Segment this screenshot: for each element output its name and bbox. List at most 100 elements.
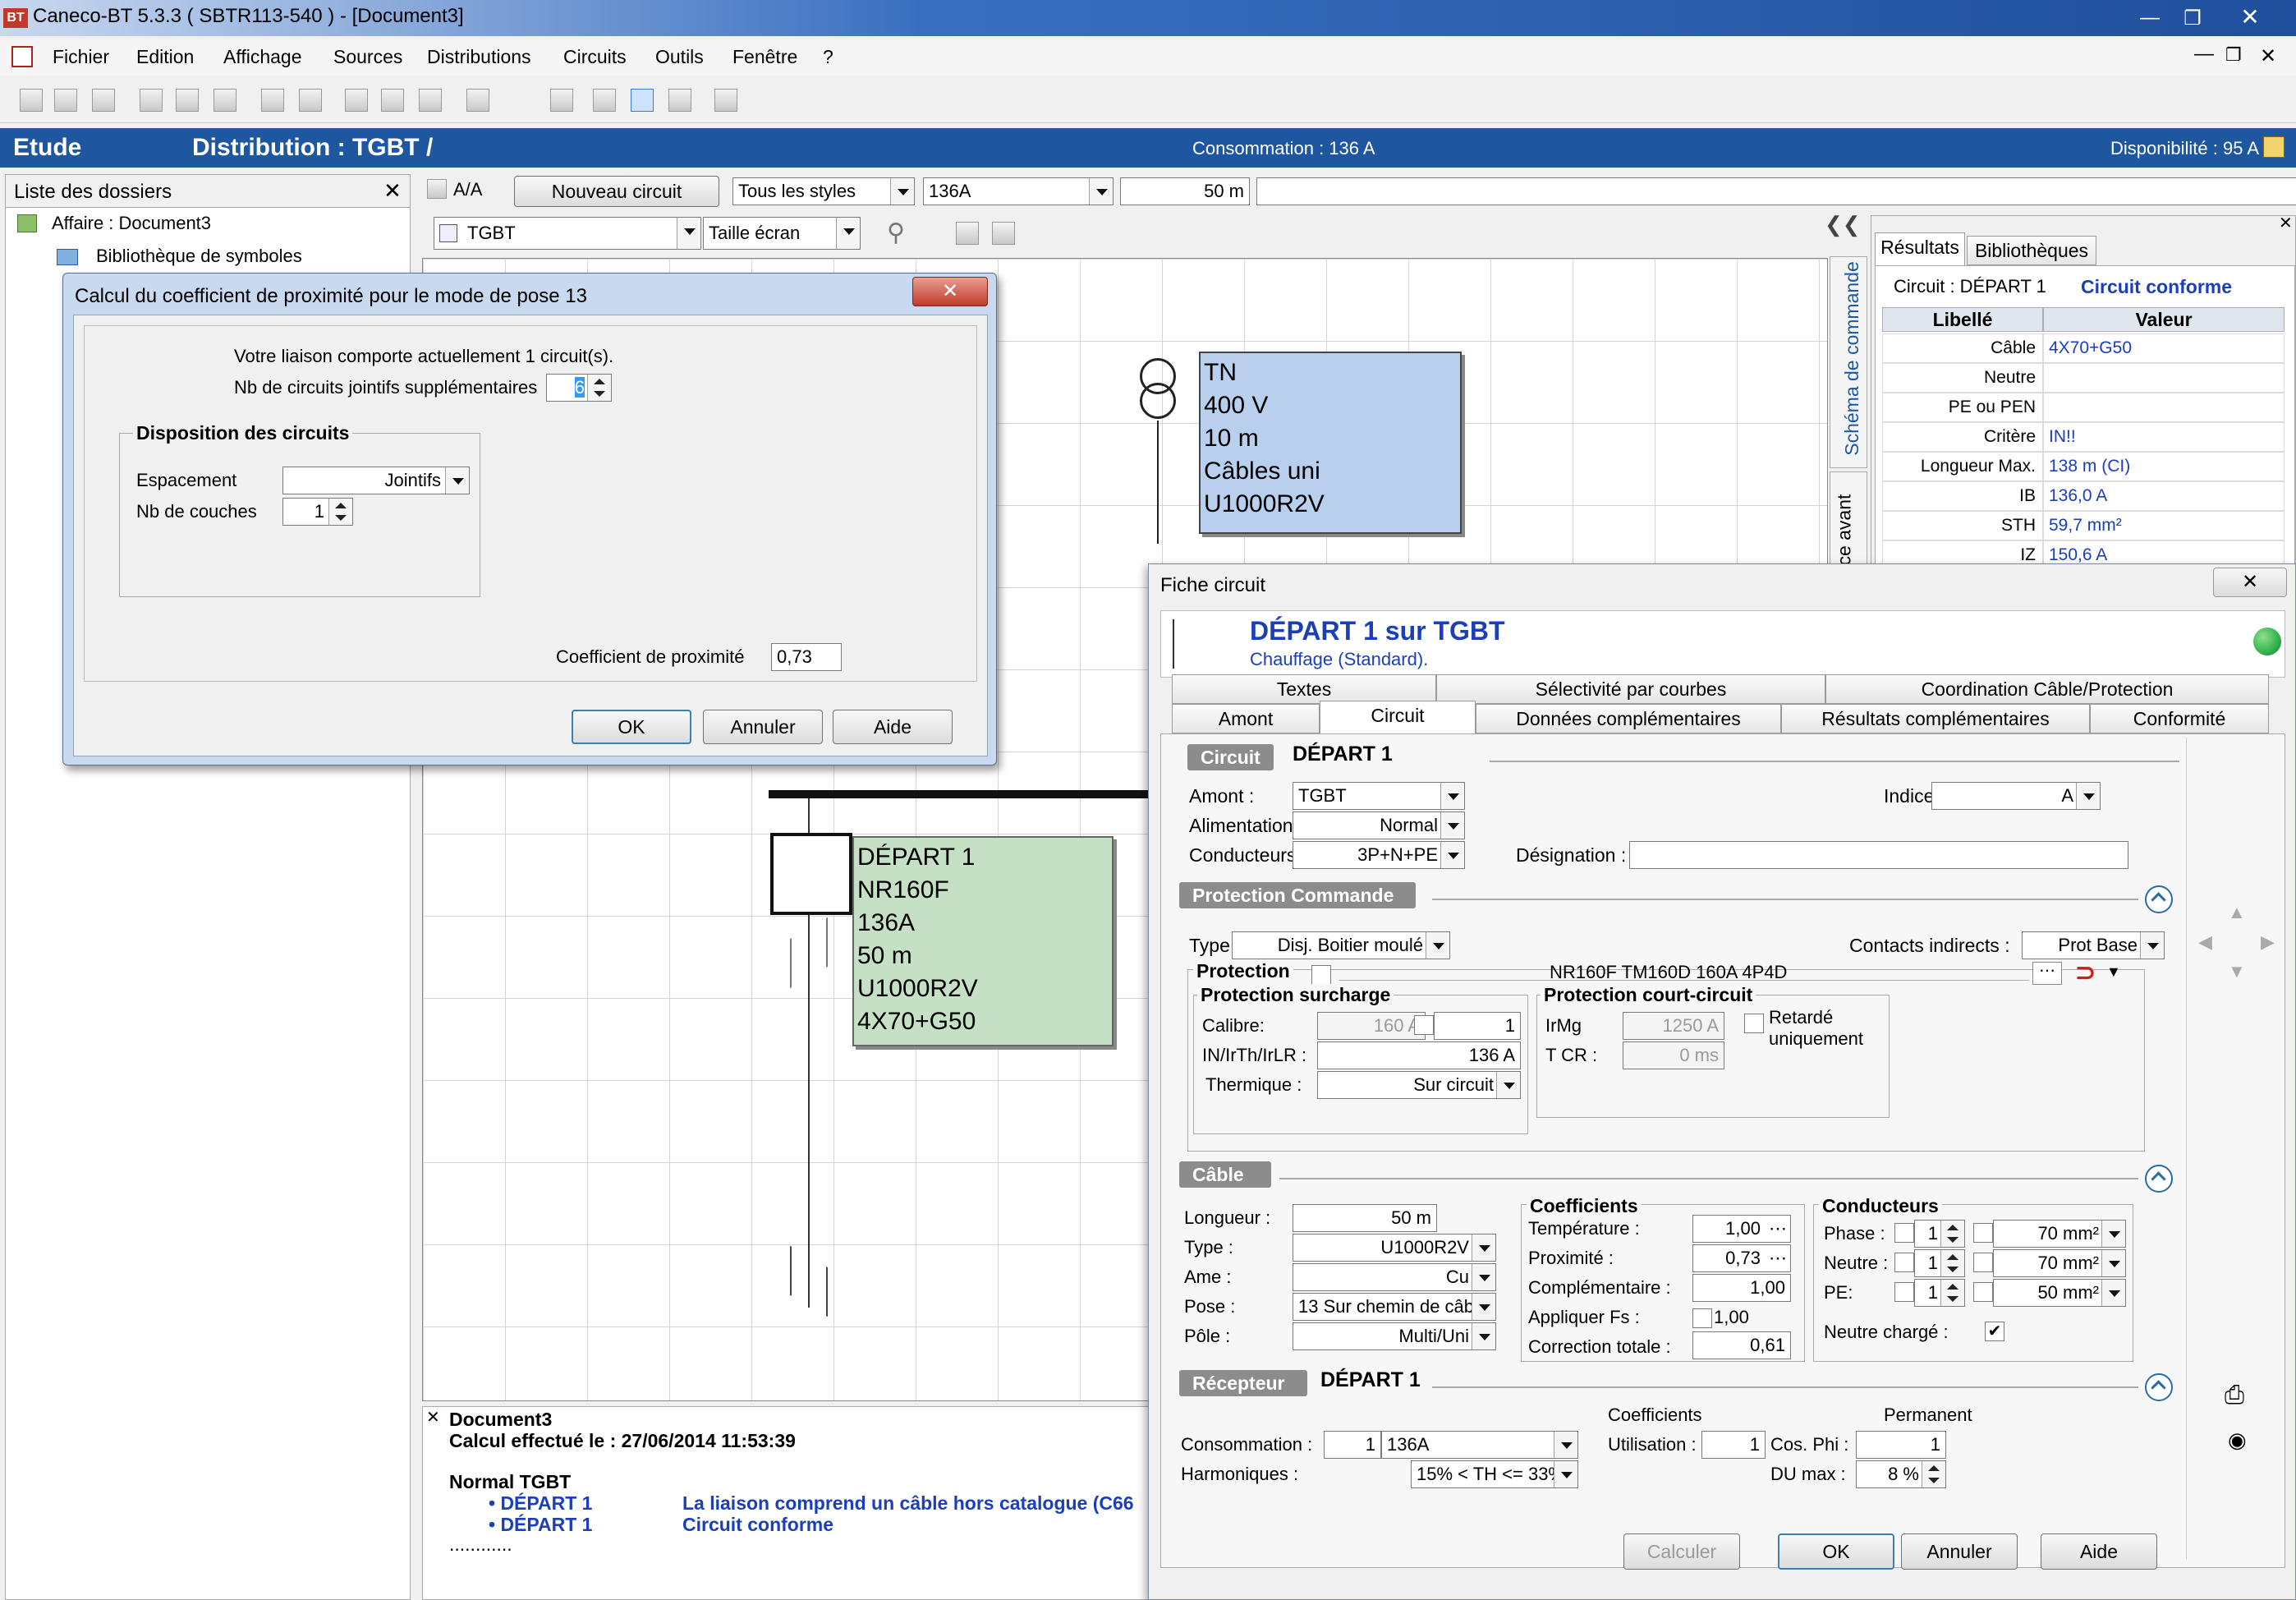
print-icon[interactable] (381, 89, 404, 112)
proximity-help-button[interactable]: Aide (833, 710, 953, 744)
copy-icon[interactable] (176, 89, 199, 112)
depart-box[interactable]: DÉPART 1 NR160F 136A 50 m U1000R2V 4X70+… (852, 836, 1114, 1046)
protection-commande-bar[interactable]: Protection Commande (1179, 882, 1416, 908)
tableau-select[interactable]: TGBT (434, 217, 701, 250)
proximity-close-button[interactable]: ✕ (912, 277, 988, 306)
document-icon[interactable] (11, 46, 33, 67)
menu-distributions[interactable]: Distributions (427, 46, 531, 68)
log-item[interactable]: • DÉPART 1 (489, 1514, 592, 1536)
collapse-cable-icon[interactable] (2145, 1165, 2173, 1193)
tab-resultats[interactable]: Résultats (1875, 232, 1965, 265)
sidebar-close-icon[interactable]: ✕ (383, 178, 402, 204)
source-box[interactable]: TN 400 V 10 m Câbles uni U1000R2V (1199, 352, 1462, 534)
magnifier-icon[interactable]: ⚲ (887, 218, 905, 247)
stepper-arrows-icon[interactable] (1940, 1221, 1964, 1247)
refresh-icon[interactable] (956, 222, 979, 245)
phase-checkbox[interactable] (1894, 1223, 1914, 1243)
ame-select[interactable]: Cu (1293, 1263, 1496, 1291)
pe-count[interactable]: 1 (1914, 1279, 1965, 1307)
zoom-select[interactable]: Taille écran (703, 217, 861, 250)
chevron-down-icon[interactable] (677, 218, 700, 249)
collapse-arrow-icon[interactable]: ❮❮ (1825, 212, 1861, 237)
ellipsis-icon[interactable]: ⋯ (1769, 1216, 1787, 1242)
temperature-field[interactable]: 1,00 ⋯ (1692, 1215, 1791, 1243)
indice-select[interactable]: A (1931, 782, 2101, 810)
preview-icon[interactable] (345, 89, 368, 112)
chevron-down-icon[interactable] (1472, 1294, 1495, 1320)
export-icon[interactable] (299, 89, 322, 112)
menu-circuits[interactable]: Circuits (563, 46, 627, 68)
conducteurs-select[interactable]: 3P+N+PE (1293, 841, 1465, 869)
stepper-arrows-icon[interactable] (1940, 1250, 1964, 1276)
pe-checkbox[interactable] (1894, 1282, 1914, 1302)
tcr-field[interactable]: 0 ms (1623, 1041, 1724, 1069)
calculer-button[interactable]: Calculer (1623, 1533, 1740, 1570)
phase-count[interactable]: 1 (1914, 1220, 1965, 1248)
aa-selector[interactable]: A/A (453, 179, 482, 200)
designation-field[interactable] (1629, 841, 2128, 869)
tab-selectivite[interactable]: Sélectivité par courbes (1436, 674, 1825, 704)
fiche-cancel-button[interactable]: Annuler (1901, 1533, 2018, 1570)
log-message[interactable]: La liaison comprend un câble hors catalo… (682, 1492, 1134, 1515)
calibre-count[interactable]: 1 (1434, 1012, 1521, 1040)
undo-icon[interactable] (466, 89, 489, 112)
log-item[interactable]: • DÉPART 1 (489, 1492, 592, 1515)
lock-icon[interactable]: ◉ (2228, 1428, 2247, 1453)
mdi-close-icon[interactable]: ✕ (2260, 44, 2276, 68)
designation-filter[interactable] (1256, 177, 2296, 205)
neutre-section-select[interactable]: 70 mm² (1993, 1249, 2126, 1277)
sidebar-item-bibliotheque[interactable]: Bibliothèque de symboles (96, 246, 302, 267)
view4-icon[interactable] (668, 89, 691, 112)
irmg-field[interactable]: 1250 A (1623, 1012, 1724, 1040)
protection-checkbox[interactable] (1311, 965, 1331, 985)
menu-help[interactable]: ? (823, 46, 833, 68)
vertical-tab-face[interactable]: Face avant (1830, 471, 1867, 570)
stepper-arrows-icon[interactable] (587, 375, 611, 401)
menu-fichier[interactable]: Fichier (53, 46, 109, 68)
pe-section-checkbox[interactable] (1973, 1282, 1993, 1302)
fs-checkbox[interactable] (1692, 1308, 1712, 1328)
nav-left-icon[interactable]: ◀ (2198, 931, 2212, 953)
calc-icon[interactable] (261, 89, 284, 112)
chevron-down-icon[interactable] (2076, 783, 2100, 809)
calibre-field[interactable]: 160 A (1317, 1012, 1426, 1040)
report-icon[interactable] (419, 89, 442, 112)
tab-coordination[interactable]: Coordination Câble/Protection (1825, 674, 2269, 704)
nb-circuits-stepper[interactable]: 6 (546, 374, 612, 402)
ellipsis-icon[interactable]: ⋯ (1769, 1245, 1787, 1271)
correction-field[interactable]: 0,61 (1692, 1331, 1791, 1359)
chevron-down-icon[interactable] (1472, 1234, 1495, 1261)
close-icon[interactable]: ✕ (2234, 3, 2266, 30)
breaker-symbol[interactable] (770, 833, 852, 915)
aa-icon[interactable] (427, 179, 447, 199)
chevron-down-icon[interactable] (1554, 1432, 1577, 1458)
proximity-ok-button[interactable]: OK (572, 710, 691, 744)
pose-select[interactable]: 13 Sur chemin de câb (1293, 1293, 1496, 1321)
proximite-field[interactable]: 0,73 ⋯ (1692, 1244, 1791, 1272)
recepteur-section-bar[interactable]: Récepteur (1179, 1370, 1307, 1396)
couches-stepper[interactable]: 1 (282, 498, 353, 526)
chevron-down-icon[interactable] (1554, 1461, 1577, 1487)
sidebar-item-affaire[interactable]: Affaire : Document3 (52, 213, 211, 234)
more-button[interactable]: ⋯ (2032, 962, 2062, 985)
red-clamp-icon[interactable]: ⊃ (2075, 959, 2096, 987)
retarde-checkbox[interactable] (1744, 1014, 1764, 1033)
paste-icon[interactable] (214, 89, 236, 112)
utilisation-field[interactable]: 1 (1701, 1431, 1766, 1459)
chevron-down-icon[interactable] (890, 178, 914, 205)
restore-icon[interactable]: ❐ (2176, 7, 2209, 30)
tab-circuit[interactable]: Circuit (1320, 701, 1476, 733)
log-close-icon[interactable]: ✕ (426, 1407, 440, 1428)
cable-section-bar[interactable]: Câble (1179, 1161, 1271, 1188)
chevron-down-icon[interactable] (1089, 178, 1113, 205)
tab-conformite[interactable]: Conformité (2090, 704, 2269, 733)
amont-select[interactable]: TGBT (1293, 782, 1465, 810)
stepper-arrows-icon[interactable] (1940, 1280, 1964, 1306)
circuit-section-bar[interactable]: Circuit (1187, 744, 1274, 770)
tab-textes[interactable]: Textes (1172, 674, 1436, 704)
phase-section-checkbox[interactable] (1973, 1223, 1993, 1243)
tab-donnees-complementaires[interactable]: Données complémentaires (1476, 704, 1781, 733)
chevron-down-icon[interactable] (445, 467, 469, 494)
type-protection-select[interactable]: Disj. Boitier moulé (1232, 931, 1450, 959)
chevron-down-icon[interactable] (836, 218, 860, 249)
